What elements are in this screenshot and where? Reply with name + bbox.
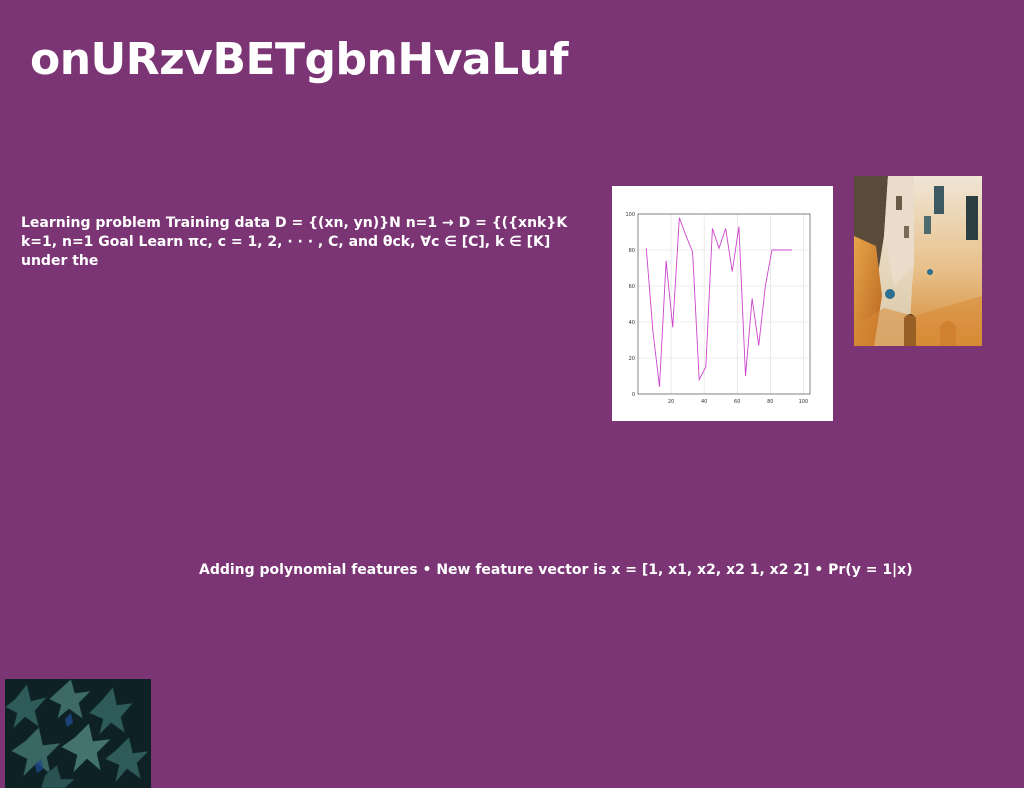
y-tick-label: 20 xyxy=(629,356,635,362)
page-title: onURzvBETgbnHvaLuf xyxy=(30,34,569,85)
series-line xyxy=(645,217,792,387)
x-tick-label: 80 xyxy=(767,399,773,405)
x-tick-label: 40 xyxy=(701,399,707,405)
y-tick-label: 100 xyxy=(625,212,635,218)
leaves-photo xyxy=(5,679,151,788)
learning-problem-text: Learning problem Training data D = {(xn,… xyxy=(21,215,568,269)
leaves-photo-image xyxy=(5,679,151,788)
polynomial-features-text: Adding polynomial features • New feature… xyxy=(199,562,913,578)
y-tick-label: 40 xyxy=(629,320,635,326)
x-tick-label: 100 xyxy=(799,399,809,405)
y-tick-label: 60 xyxy=(629,284,635,290)
line-chart: 20 40 60 80 100 0 20 40 60 80 100 xyxy=(612,186,833,421)
street-photo-image xyxy=(854,176,982,346)
y-tick-label: 0 xyxy=(632,392,635,398)
x-tick-label: 60 xyxy=(734,399,740,405)
x-tick-label: 20 xyxy=(668,399,674,405)
street-photo xyxy=(854,176,982,346)
line-chart-svg: 20 40 60 80 100 0 20 40 60 80 100 xyxy=(625,212,811,405)
y-tick-label: 80 xyxy=(629,248,635,254)
